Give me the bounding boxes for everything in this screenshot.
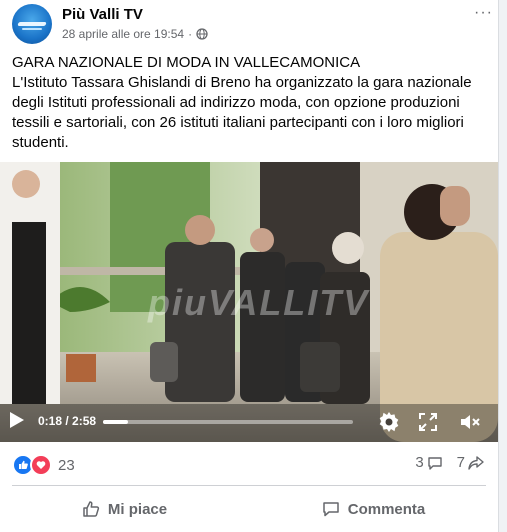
globe-icon <box>196 28 208 40</box>
engagement-stats: 3 7 <box>405 454 484 471</box>
actions-divider <box>12 485 486 486</box>
comment-icon <box>427 456 442 470</box>
post-timestamp[interactable]: 28 aprile alle ore 19:54 <box>62 27 184 41</box>
video-controls: 0:18 / 2:58 <box>0 404 498 442</box>
video-watermark: piuVALLITV <box>148 282 370 323</box>
shares-stat[interactable]: 7 <box>457 454 484 471</box>
comment-label: Commenta <box>347 500 426 518</box>
video-time: 0:18 / 2:58 <box>38 414 97 428</box>
fullscreen-icon[interactable] <box>416 410 440 434</box>
like-button[interactable]: Mi piace <box>0 492 249 526</box>
more-options-icon[interactable]: ··· <box>474 4 493 22</box>
volume-muted-icon[interactable] <box>458 410 482 434</box>
meta-separator: · <box>188 27 193 41</box>
reactions-summary[interactable]: 23 <box>12 454 75 476</box>
gear-icon[interactable] <box>377 410 401 434</box>
shares-count: 7 <box>456 454 465 471</box>
post-headline: GARA NAZIONALE DI MODA IN VALLECAMONICA <box>12 54 361 71</box>
love-reaction-icon <box>30 454 52 476</box>
play-icon[interactable] <box>10 412 24 428</box>
logo-stripe <box>17 22 47 26</box>
comment-button[interactable]: Commenta <box>249 492 498 526</box>
post-actions: Mi piace Commenta <box>0 492 498 526</box>
like-label: Mi piace <box>107 500 168 518</box>
video-progress-fill <box>103 420 129 424</box>
comments-count: 3 <box>415 454 424 471</box>
post-card: Più Valli TV 28 aprile alle ore 19:54 · … <box>0 0 499 532</box>
comment-icon <box>322 502 339 517</box>
post-text: GARA NAZIONALE DI MODA IN VALLECAMONICA … <box>12 53 490 153</box>
share-icon <box>468 455 484 470</box>
reaction-count: 23 <box>58 456 75 474</box>
page-name[interactable]: Più Valli TV <box>62 6 143 23</box>
page-avatar[interactable] <box>12 4 52 44</box>
video-progress-bar[interactable] <box>103 420 353 424</box>
logo-stripe-small <box>22 28 42 30</box>
comments-stat[interactable]: 3 <box>415 454 442 471</box>
post-body: L'Istituto Tassara Ghislandi di Breno ha… <box>12 74 472 151</box>
post-meta: 28 aprile alle ore 19:54 · <box>62 27 208 41</box>
thumbs-up-icon <box>83 501 100 517</box>
video-player[interactable]: piuVALLITV 0:18 / 2:58 <box>0 162 498 442</box>
